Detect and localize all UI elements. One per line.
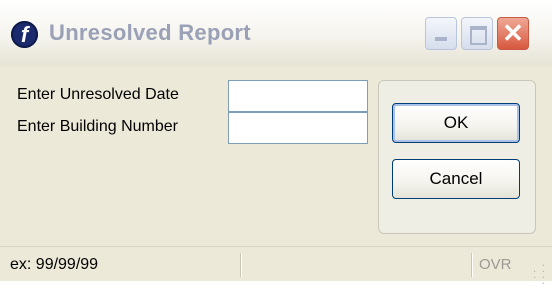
- maximize-icon: [470, 26, 487, 45]
- unresolved-report-window: f Unresolved Report ✕ Enter Unresolved D…: [0, 0, 552, 286]
- close-button[interactable]: ✕: [497, 17, 529, 50]
- building-number-input[interactable]: [228, 112, 368, 144]
- minimize-button[interactable]: [425, 17, 457, 50]
- cancel-button[interactable]: Cancel: [392, 159, 520, 199]
- close-icon: ✕: [502, 18, 524, 48]
- window-title: Unresolved Report: [49, 20, 251, 45]
- minimize-icon: [435, 37, 447, 41]
- title-bar[interactable]: f Unresolved Report ✕: [0, 0, 552, 66]
- overwrite-mode-indicator: OVR: [479, 256, 512, 273]
- status-divider: [240, 253, 241, 277]
- maximize-button[interactable]: [461, 17, 493, 50]
- unresolved-date-label: Enter Unresolved Date: [17, 86, 179, 103]
- status-hint: ex: 99/99/99: [10, 256, 99, 273]
- app-icon[interactable]: f: [11, 21, 38, 48]
- status-bar: ex: 99/99/99 OVR . . . . . .: [0, 246, 552, 286]
- status-divider: [471, 253, 472, 277]
- building-number-label: Enter Building Number: [17, 118, 178, 135]
- unresolved-date-input[interactable]: [228, 80, 368, 112]
- ok-button[interactable]: OK: [392, 103, 520, 143]
- resize-grip-icon[interactable]: . . . . . .: [526, 256, 546, 286]
